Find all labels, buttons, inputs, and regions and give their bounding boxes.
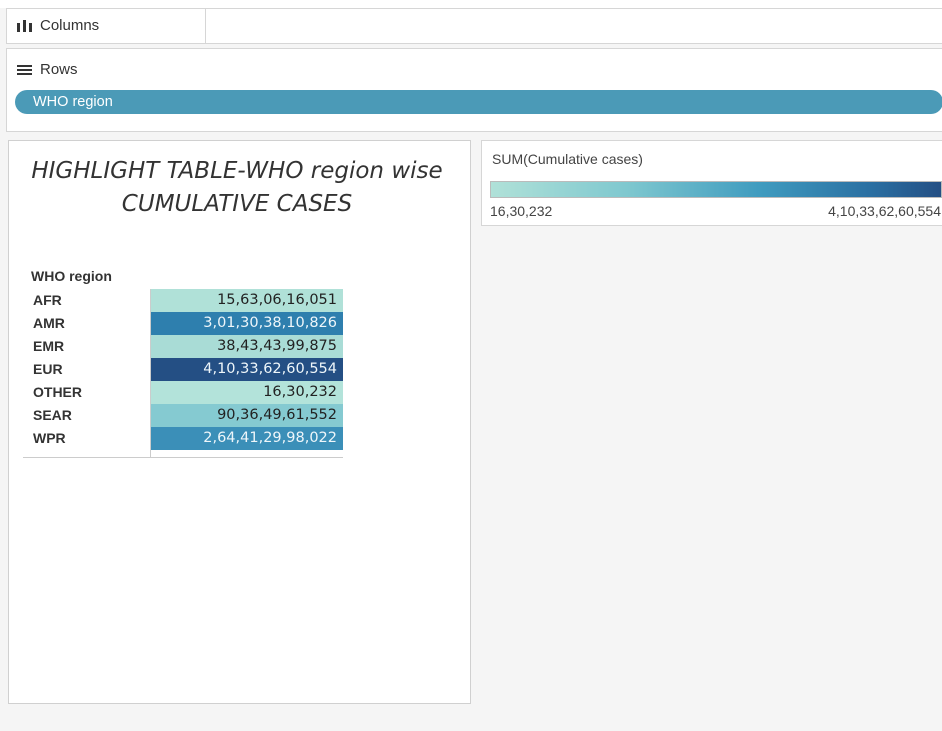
rows-shelf-label: Rows [17,61,78,78]
sheet-title: HIGHLIGHT TABLE-WHO region wise CUMULATI… [31,158,443,217]
highlight-table-sheet: HIGHLIGHT TABLE-WHO region wise CUMULATI… [8,140,471,704]
cumulative-cases-cell[interactable]: 90,36,49,61,552 [151,404,343,427]
cumulative-cases-cell[interactable]: 2,64,41,29,98,022 [151,427,343,450]
cumulative-cases-cell[interactable]: 15,63,06,16,051 [151,289,343,312]
region-label[interactable]: EUR [33,361,63,377]
cumulative-cases-cell[interactable]: 4,10,33,62,60,554 [151,358,343,381]
table-row[interactable]: EMR 38,43,43,99,875 [23,335,343,358]
rows-label-text: Rows [40,61,78,78]
region-label[interactable]: SEAR [33,407,72,423]
legend-max-label: 4,10,33,62,60,554 [828,203,941,219]
table-row[interactable]: SEAR 90,36,49,61,552 [23,404,343,427]
who-region-pill[interactable]: WHO region [15,90,942,114]
table-row[interactable]: OTHER 16,30,232 [23,381,343,404]
table-bottom-rule [23,457,343,458]
columns-icon [17,19,32,32]
row-header-who-region[interactable]: WHO region [31,268,112,284]
legend-color-ramp [490,181,942,198]
table-divider [150,289,151,457]
highlight-table: AFR 15,63,06,16,051 AMR 3,01,30,38,10,826 EM… [23,289,343,450]
rows-icon [17,64,32,76]
region-label[interactable]: OTHER [33,384,82,400]
rows-shelf[interactable]: Rows WHO region [6,48,942,132]
legend-min-label: 16,30,232 [490,203,553,219]
region-label[interactable]: EMR [33,338,64,354]
color-legend[interactable]: SUM(Cumulative cases) 16,30,232 4,10,33,… [481,140,942,226]
cumulative-cases-cell[interactable]: 16,30,232 [151,381,343,404]
table-row[interactable]: EUR 4,10,33,62,60,554 [23,358,343,381]
legend-title: SUM(Cumulative cases) [492,151,643,167]
table-row[interactable]: AFR 15,63,06,16,051 [23,289,343,312]
cumulative-cases-cell[interactable]: 3,01,30,38,10,826 [151,312,343,335]
columns-label-text: Columns [40,17,100,34]
table-row[interactable]: AMR 3,01,30,38,10,826 [23,312,343,335]
table-row[interactable]: WPR 2,64,41,29,98,022 [23,427,343,450]
columns-shelf[interactable]: Columns [6,8,942,44]
columns-shelf-label: Columns [17,17,99,34]
region-label[interactable]: WPR [33,430,66,446]
region-label[interactable]: AMR [33,315,65,331]
shelf-divider [205,9,206,43]
top-strip [0,0,942,8]
region-label[interactable]: AFR [33,292,62,308]
cumulative-cases-cell[interactable]: 38,43,43,99,875 [151,335,343,358]
